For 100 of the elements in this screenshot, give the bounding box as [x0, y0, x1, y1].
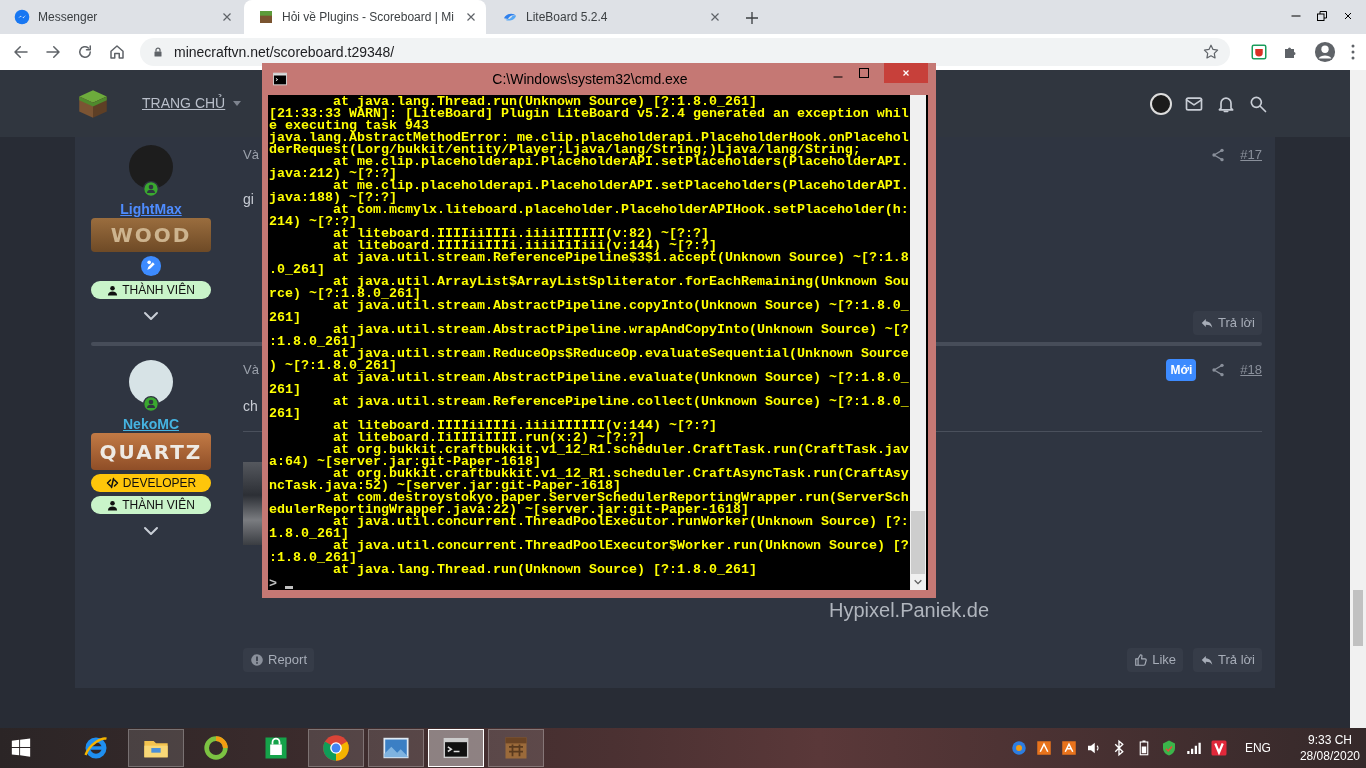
badge-label: DEVELOPER [122, 475, 197, 492]
chevron-down-icon[interactable] [143, 311, 159, 321]
post-number[interactable]: #18 [1240, 360, 1262, 380]
tray-app-icon[interactable] [1034, 739, 1053, 757]
console-line: at java.util.stream.AbstractPipeline.evaluate(Unknown Source) ~[?:1.8.0_ [333, 372, 910, 384]
post-date[interactable]: Và [243, 360, 259, 380]
like-button[interactable]: Like [1127, 648, 1184, 672]
console-line: at java.util.concurrent.ThreadPoolExecutor$Worker.run(Unknown Source) [? [333, 540, 910, 552]
console-line: at me.clip.placeholderapi.PlaceholderAPI.setPlaceholders(PlaceholderAPI. [333, 180, 910, 192]
console-line: a:64) ~[server.jar:git-Paper-1618] [269, 456, 541, 468]
console-line: 261] [269, 384, 302, 396]
console-line: at java.util.ArrayList$ArrayListSpliterator.forEachRemaining(Unknown Sou [333, 276, 910, 288]
console-line: [21:33:33 WARN]: [LiteBoard] Plugin LiteBoard v5.2.4 generated an exception whil [269, 108, 910, 120]
author-name[interactable]: LightMax [120, 201, 182, 217]
language-indicator[interactable]: ENG [1244, 739, 1271, 757]
browser-tab[interactable]: LiteBoard 5.2.4 [488, 0, 730, 34]
clock-time[interactable]: 9:33 CH [1299, 732, 1360, 748]
console-line: at liteboard.IIIIiiIIIi.iiiiIIIIII(v:82) ~[?:?] [333, 228, 709, 240]
rank-banner: WOOD [91, 218, 211, 252]
console-line: at liteboard.IIIIiiIIIi.iiiiIIIIII(v:144) ~[?:?] [332, 420, 718, 432]
person-icon [107, 499, 119, 511]
new-badge: Mới [1166, 359, 1197, 381]
signature-text: Hypixel.Paniek.de [828, 600, 991, 620]
author-name[interactable]: NekoMC [123, 416, 179, 432]
restore-icon[interactable] [1316, 10, 1328, 22]
scroll-thumb[interactable] [1353, 590, 1363, 646]
browser-tab[interactable]: Hỏi về Plugins - Scoreboard | Mi [244, 0, 486, 34]
taskbar-button[interactable] [368, 729, 424, 767]
person-icon [107, 284, 119, 296]
chevron-down-icon[interactable] [143, 526, 159, 536]
console-line: at liteboard.IiIIIiIIII.run(x:2) ~[?:?] [332, 432, 645, 444]
console-line: at liteboard.IIIIiiIIIi.iiiiIiIiii(v:144) ~[?:?] [332, 240, 717, 252]
user-avatar[interactable] [1150, 92, 1172, 115]
console-line: at java.util.stream.AbstractPipeline.copyInto(Unknown Source) ~[?:1.8.0_ [333, 300, 910, 312]
reply-button[interactable]: Trả lời [1193, 648, 1262, 672]
v-logo-icon[interactable] [1209, 739, 1228, 757]
console-line: at java.lang.Thread.run(Unknown Source) [?:1.8.0_261] [333, 564, 758, 576]
console-line: at com.destroystokyo.paper.ServerSchedulerReportingWrapper.run(ServerSch [333, 492, 910, 504]
scroll-bar[interactable] [1350, 70, 1366, 728]
back-icon[interactable] [12, 43, 30, 61]
menu-icon[interactable] [1350, 43, 1356, 61]
console-line: edulerReportingWrapper.java:22) ~[server.jar:git-Paper-1618] [269, 504, 749, 516]
shield-icon[interactable] [1250, 43, 1268, 61]
console-line: java:212) ~[?:?] [269, 168, 397, 180]
browser-tab[interactable]: Messenger [0, 0, 242, 34]
console-line: at me.clip.placeholderapi.PlaceholderAPI.setPlaceholders(PlaceholderAPI. [333, 156, 910, 168]
cube-icon [258, 9, 274, 25]
console-line: 261] [269, 408, 302, 420]
circle-icon[interactable] [1009, 739, 1028, 757]
lock-icon [152, 45, 164, 59]
console-line: at java.util.stream.ReferencePipeline.collect(Unknown Source) ~[?:1.8.0_ [332, 396, 910, 408]
post-date[interactable]: Và [243, 145, 259, 165]
taskbar-button[interactable] [128, 729, 184, 767]
star-icon[interactable] [1202, 43, 1220, 61]
avatar[interactable] [129, 145, 173, 189]
rank-banner: QUARTZ [91, 433, 211, 470]
close-icon[interactable] [1342, 10, 1354, 22]
address-field[interactable]: minecraftvn.net/scoreboard.t29348/ [140, 38, 1230, 66]
share-icon[interactable] [1210, 362, 1227, 378]
taskbar-button[interactable] [428, 729, 484, 767]
scroll-thumb[interactable] [911, 511, 925, 574]
reply-icon [1200, 653, 1215, 667]
console-line: at com.mcmylx.liteboard.placeholder.PlaceholderAPIHook.setPlaceholder(h: [333, 204, 910, 216]
console-line: at java.lang.Thread.run(Unknown Source) [?:1.8.0_261] [333, 96, 757, 108]
account-icon[interactable] [1314, 41, 1336, 63]
color-wheel-icon [322, 734, 350, 762]
console-line: at org.bukkit.craftbukkit.v1_12_R1.scheduler.CraftTask.run(CraftTask.jav [333, 444, 910, 456]
console-line: e executing task 943 [269, 120, 429, 132]
chevron-down-icon[interactable] [913, 577, 923, 587]
plus-icon[interactable] [744, 10, 760, 26]
reply-button[interactable]: Trả lời [1193, 311, 1262, 335]
tray-app-icon[interactable] [1059, 739, 1078, 757]
post-number[interactable]: #17 [1240, 145, 1262, 165]
nav-link[interactable]: TRANG CHỦ [142, 93, 242, 114]
alert-icon [250, 653, 264, 667]
console-line: ) ~[?:1.8.0_261] [269, 360, 397, 372]
console-line: ncTask.java:52) ~[server.jar:git-Paper-1618] [269, 480, 621, 492]
reload-icon[interactable] [76, 43, 94, 61]
code-icon [105, 477, 119, 489]
text-cursor [285, 586, 293, 589]
report-button[interactable]: Report [243, 648, 315, 672]
start-icon[interactable] [10, 737, 32, 759]
forward-icon[interactable] [44, 43, 62, 61]
console-line: :1.8.0_261] [269, 336, 358, 348]
scroll-bar[interactable] [910, 95, 926, 590]
thumbs-up-icon [1134, 653, 1149, 667]
share-icon[interactable] [1210, 147, 1227, 163]
console-line: 214) ~[?:?] [269, 216, 357, 228]
avatar[interactable] [129, 360, 173, 404]
badge-label: THÀNH VIÊN [122, 281, 195, 299]
grass-block-icon[interactable] [78, 88, 108, 119]
home-icon[interactable] [108, 43, 126, 61]
post-text: gi [243, 190, 254, 209]
command-prompt: > [269, 578, 277, 590]
maximize-icon[interactable] [858, 67, 870, 79]
console-line: 1.8.0_261] [269, 528, 350, 540]
console-line: java:188) ~[?:?] [269, 192, 397, 204]
clock-date[interactable]: 28/08/2020 [1299, 748, 1360, 764]
badge-label: THÀNH VIÊN [122, 496, 195, 514]
reply-icon [1200, 316, 1215, 330]
